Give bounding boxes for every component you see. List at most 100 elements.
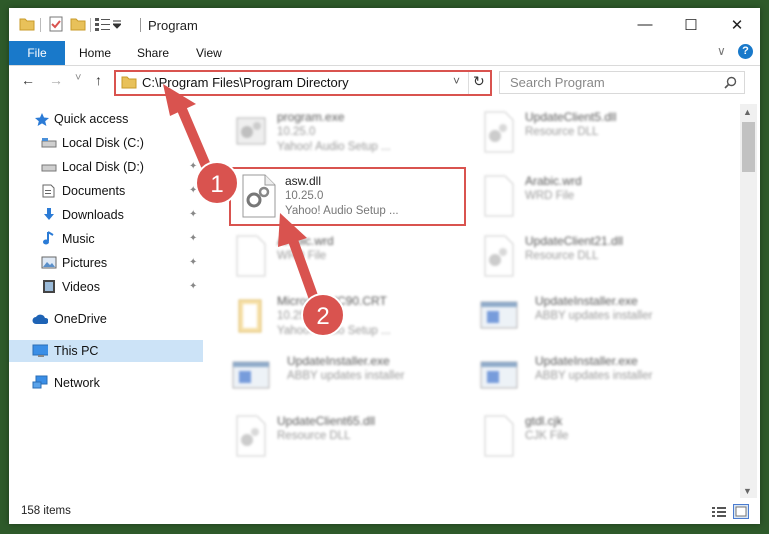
drive-icon xyxy=(41,164,57,172)
address-bar[interactable]: C:\Program Files\Program Directory ˅ ↻ xyxy=(114,70,492,96)
help-icon[interactable]: ? xyxy=(738,44,753,59)
file-item-arabic-wrd[interactable]: Arabic.wrd WRD File xyxy=(477,172,707,224)
sidebar-item-local-disk-d[interactable]: Local Disk (D:) ✦ xyxy=(9,156,203,178)
large-icons-view-icon[interactable] xyxy=(733,504,749,519)
ribbon-tabs: File Home Share View ∨ xyxy=(9,41,760,65)
item-count: 158 items xyxy=(21,505,71,517)
scroll-down-icon[interactable]: ▼ xyxy=(743,486,752,496)
search-box[interactable]: Search Program xyxy=(499,71,745,94)
customize-dropdown-icon[interactable] xyxy=(113,19,121,35)
tab-file[interactable]: File xyxy=(9,41,65,65)
explorer-window: Program — ☐ ✕ File Home Share View ∨ ? ←… xyxy=(9,8,760,524)
scroll-up-icon[interactable]: ▲ xyxy=(743,107,752,117)
cloud-icon xyxy=(32,314,48,324)
sidebar-item-music[interactable]: Music ✦ xyxy=(9,228,203,250)
sidebar-item-pictures[interactable]: Pictures ✦ xyxy=(9,252,203,274)
title-bar: Program — ☐ ✕ xyxy=(9,8,760,41)
file-detail: Yahoo! Audio Setup ... xyxy=(277,141,391,153)
maximize-button[interactable]: ☐ xyxy=(668,8,714,41)
download-icon xyxy=(44,208,54,220)
file-detail: 10.25.0 xyxy=(277,310,316,322)
vertical-scrollbar[interactable]: ▲ ▼ xyxy=(740,104,757,498)
file-detail: Yahoo! Audio Setup ... xyxy=(277,325,391,337)
file-item-updateclient5-dll[interactable]: UpdateClient5.dll Resource DLL xyxy=(477,108,707,160)
address-dropdown-icon[interactable]: ˅ xyxy=(453,74,460,88)
file-item-updateinstaller-exe[interactable]: UpdateInstaller.exe ABBY updates install… xyxy=(477,292,707,344)
file-name: UpdateInstaller.exe xyxy=(535,354,638,368)
back-button[interactable]: ← xyxy=(21,72,35,88)
pictures-icon xyxy=(41,256,57,269)
address-path: C:\Program Files\Program Directory xyxy=(142,75,349,90)
network-icon xyxy=(32,375,48,389)
pin-icon: ✦ xyxy=(189,281,198,292)
file-detail: ABBY updates installer xyxy=(287,370,405,382)
tab-view[interactable]: View xyxy=(196,46,222,60)
file-item-program-exe[interactable]: program.exe 10.25.0 Yahoo! Audio Setup .… xyxy=(229,108,459,160)
installer-icon xyxy=(480,361,518,389)
dll-gear-icon xyxy=(236,415,266,457)
sidebar-item-videos[interactable]: Videos ✦ xyxy=(9,276,203,298)
file-name: UpdateInstaller.exe xyxy=(287,354,390,368)
sidebar-item-label: Quick access xyxy=(54,112,129,126)
tab-share[interactable]: Share xyxy=(137,46,169,60)
folder-icon[interactable] xyxy=(19,16,35,32)
sidebar-item-downloads[interactable]: Downloads ✦ xyxy=(9,204,203,226)
file-name: Arabic.wrd xyxy=(525,174,582,188)
sidebar-item-documents[interactable]: Documents ✦ xyxy=(9,180,203,202)
status-bar: 158 items xyxy=(9,500,760,524)
file-item-gtdl-cjk[interactable]: gtdl.cjk CJK File xyxy=(477,412,707,464)
file-item-microsoft-vc90-crt[interactable]: Microsoft.VC90.CRT 10.25.0 Yahoo! Audio … xyxy=(229,292,459,344)
refresh-button[interactable]: ↻ xyxy=(473,73,485,90)
tab-home[interactable]: Home xyxy=(79,46,111,60)
sidebar-item-network[interactable]: Network xyxy=(9,372,203,394)
sidebar-item-quick-access[interactable]: Quick access xyxy=(9,108,203,130)
close-button[interactable]: ✕ xyxy=(714,8,760,41)
pin-icon: ✦ xyxy=(189,233,198,244)
file-item-arabic-wrd-2[interactable]: Arabic.wrd WRD File xyxy=(229,232,459,284)
file-list: program.exe 10.25.0 Yahoo! Audio Setup .… xyxy=(209,104,739,498)
pin-icon: ✦ xyxy=(189,257,198,268)
file-name: UpdateClient21.dll xyxy=(525,234,624,248)
pin-icon: ✦ xyxy=(189,209,198,220)
sidebar-item-onedrive[interactable]: OneDrive xyxy=(9,308,203,330)
file-detail: WRD File xyxy=(525,190,575,202)
file-name: UpdateInstaller.exe xyxy=(535,294,638,308)
blank-file-icon xyxy=(484,415,514,457)
installer-icon xyxy=(480,301,518,329)
recent-locations-button[interactable]: ˅ xyxy=(75,72,81,84)
forward-button[interactable]: → xyxy=(49,72,63,88)
window-title: Program xyxy=(148,18,198,33)
expand-ribbon-icon[interactable]: ∨ xyxy=(717,44,726,58)
installer-icon xyxy=(232,361,270,389)
drive-icon xyxy=(41,138,57,148)
sidebar-item-label: OneDrive xyxy=(54,312,107,326)
sidebar-item-label: This PC xyxy=(54,344,99,358)
file-detail: CJK File xyxy=(525,430,569,442)
sidebar-item-this-pc[interactable]: This PC xyxy=(9,340,203,362)
file-item-updateclient21-dll[interactable]: UpdateClient21.dll Resource DLL xyxy=(477,232,707,284)
sidebar-item-label: Local Disk (C:) xyxy=(62,136,144,150)
new-folder-icon[interactable] xyxy=(70,16,86,32)
properties-icon[interactable] xyxy=(48,16,64,32)
dll-gear-icon xyxy=(484,235,514,277)
dll-gear-icon xyxy=(484,111,514,153)
file-detail: 10.25.0 xyxy=(277,126,316,138)
search-icon[interactable] xyxy=(724,76,737,89)
file-detail: ABBY updates installer xyxy=(535,370,653,382)
sidebar-item-label: Documents xyxy=(62,184,126,198)
file-detail: Resource DLL xyxy=(525,250,599,262)
file-name: Microsoft.VC90.CRT xyxy=(277,294,387,308)
file-name: program.exe xyxy=(277,110,345,124)
details-view-icon[interactable] xyxy=(711,505,727,519)
sidebar-item-label: Pictures xyxy=(62,256,108,270)
view-icon[interactable] xyxy=(95,17,111,33)
file-detail: ABBY updates installer xyxy=(535,310,653,322)
minimize-button[interactable]: — xyxy=(622,8,668,41)
file-name: UpdateClient65.dll xyxy=(277,414,376,428)
up-button[interactable]: ↑ xyxy=(95,72,102,88)
file-item-updateinstaller-exe-2[interactable]: UpdateInstaller.exe ABBY updates install… xyxy=(229,352,459,404)
sidebar-item-local-disk-c[interactable]: Local Disk (C:) ✦ xyxy=(9,132,203,154)
file-item-updateinstaller-exe-3[interactable]: UpdateInstaller.exe ABBY updates install… xyxy=(477,352,707,404)
file-item-updateclient65-dll[interactable]: UpdateClient65.dll Resource DLL xyxy=(229,412,459,464)
scroll-thumb[interactable] xyxy=(742,122,755,172)
